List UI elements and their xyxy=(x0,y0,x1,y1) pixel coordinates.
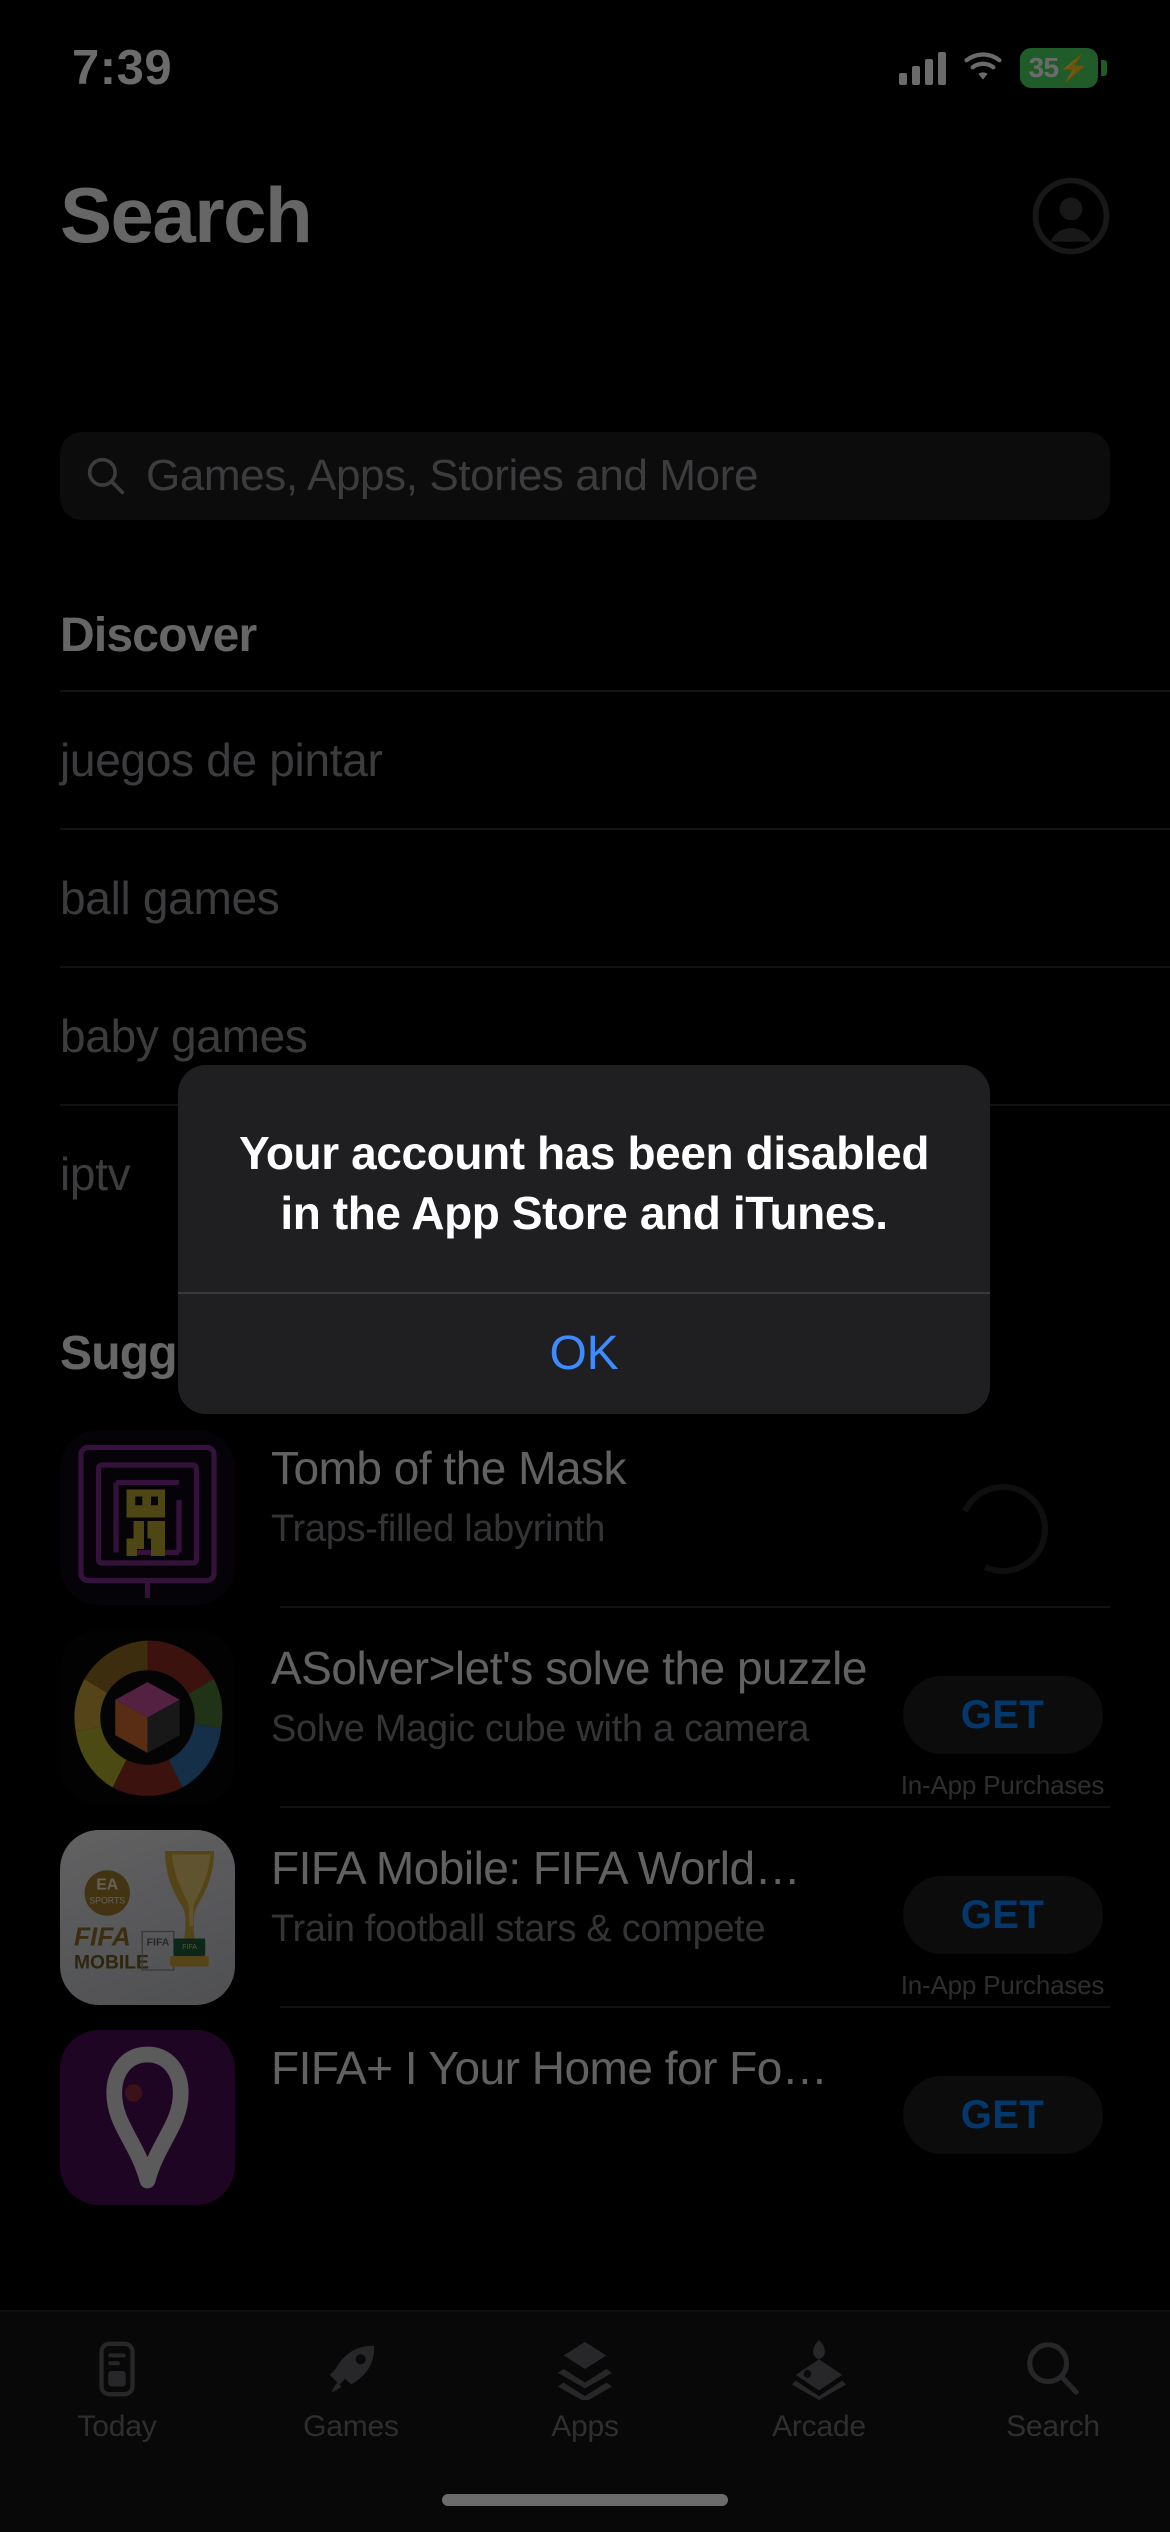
in-app-purchases-label: In-App Purchases xyxy=(900,1770,1105,1800)
app-info: ASolver>let's solve the puzzle Solve Mag… xyxy=(271,1630,895,1751)
home-indicator-bar[interactable] xyxy=(442,2494,728,2506)
fifa-mobile-icon: EA SPORTS FIFA MOBILE FIFA FIFA xyxy=(60,1830,235,2005)
tab-search[interactable]: Search xyxy=(936,2338,1170,2444)
charging-bolt-icon: ⚡ xyxy=(1057,52,1090,83)
tab-apps[interactable]: Apps xyxy=(468,2338,702,2444)
svg-text:SPORTS: SPORTS xyxy=(89,1896,125,1906)
app-name: FIFA Mobile: FIFA World… xyxy=(271,1842,801,1894)
search-icon xyxy=(87,457,125,495)
suggested-app-list: Tomb of the Mask Traps-filled labyrinth xyxy=(0,1406,1170,2206)
svg-text:FIFA: FIFA xyxy=(147,1937,170,1949)
tab-today[interactable]: Today xyxy=(0,2338,234,2444)
get-button[interactable]: GET xyxy=(902,1876,1103,1954)
app-name: Tomb of the Mask xyxy=(271,1442,627,1494)
search-field[interactable]: Games, Apps, Stories and More xyxy=(60,432,1110,520)
tab-label: Games xyxy=(303,2410,399,2443)
app-info: FIFA+ I Your Home for Fo… xyxy=(271,2030,895,2108)
alert-body: Your account has been disabled in the Ap… xyxy=(178,1065,990,1292)
stacked-squares-icon xyxy=(557,2341,613,2400)
discover-item[interactable]: ball games xyxy=(60,828,1170,966)
get-button[interactable]: GET xyxy=(902,1676,1103,1754)
tab-arcade[interactable]: Arcade xyxy=(702,2338,936,2444)
app-list-item[interactable]: EA SPORTS FIFA MOBILE FIFA FIFA FIFA Mob… xyxy=(0,1806,1170,2006)
status-bar: 7:39 35 ⚡ xyxy=(0,0,1170,120)
app-list-item[interactable]: Tomb of the Mask Traps-filled labyrinth xyxy=(0,1406,1170,1606)
status-bar-time: 7:39 xyxy=(72,41,173,95)
account-disabled-alert: Your account has been disabled in the Ap… xyxy=(178,1065,990,1414)
app-list-item[interactable]: FIFA+ I Your Home for Fo… GET xyxy=(0,2006,1170,2206)
alert-ok-button[interactable]: OK xyxy=(178,1294,990,1414)
app-subtitle: Traps-filled labyrinth xyxy=(271,1507,606,1550)
get-button[interactable]: GET xyxy=(902,2076,1103,2154)
tab-label: Apps xyxy=(551,2410,619,2443)
account-avatar-icon[interactable] xyxy=(1032,177,1110,255)
alert-message: Your account has been disabled in the Ap… xyxy=(238,1127,930,1240)
app-info: Tomb of the Mask Traps-filled labyrinth xyxy=(271,1430,895,1551)
svg-text:MOBILE: MOBILE xyxy=(74,1952,149,1973)
status-bar-indicators: 35 ⚡ xyxy=(899,48,1107,88)
app-action: GET In-App Purchases xyxy=(895,1630,1110,1801)
rocket-icon xyxy=(329,2345,375,2393)
app-action: GET In-App Purchases xyxy=(895,1830,1110,2001)
tomb-of-the-mask-icon xyxy=(60,1430,235,1605)
page-header: Search xyxy=(0,170,1170,261)
app-list-item[interactable]: ASolver>let's solve the puzzle Solve Mag… xyxy=(0,1606,1170,1806)
tab-label: Arcade xyxy=(772,2410,866,2443)
search-input-placeholder[interactable]: Games, Apps, Stories and More xyxy=(146,451,758,501)
tab-games[interactable]: Games xyxy=(234,2338,468,2444)
svg-text:FIFA: FIFA xyxy=(182,1944,197,1951)
app-subtitle: Train football stars & compete xyxy=(271,1907,766,1950)
svg-text:FIFA: FIFA xyxy=(74,1922,131,1952)
discover-item[interactable]: juegos de pintar xyxy=(60,690,1170,828)
joystick-icon xyxy=(791,2339,847,2400)
discover-section-title: Discover xyxy=(60,609,257,662)
app-store-search-screen: 7:39 35 ⚡ Search Games, Apps, Stories an… xyxy=(0,0,1170,2532)
app-info: FIFA Mobile: FIFA World… Train football … xyxy=(271,1830,895,1951)
app-name: ASolver>let's solve the puzzle xyxy=(271,1642,867,1694)
magnifier-icon xyxy=(1027,2342,1079,2395)
app-subtitle: Solve Magic cube with a camera xyxy=(271,1707,810,1750)
app-action[interactable] xyxy=(895,1430,1110,1587)
fifa-plus-icon xyxy=(60,2030,235,2205)
wifi-icon xyxy=(964,52,1002,80)
cellular-bars-icon xyxy=(899,51,946,85)
app-action: GET xyxy=(895,2030,1110,2170)
tab-bar: Today Games Apps Arcade Search xyxy=(0,2310,1170,2532)
tab-label: Search xyxy=(1006,2410,1100,2443)
svg-text:EA: EA xyxy=(96,1877,118,1894)
tab-label: Today xyxy=(77,2410,157,2443)
app-name: FIFA+ I Your Home for Fo… xyxy=(271,2042,828,2094)
battery-percent-label: 35 xyxy=(1028,52,1059,83)
battery-indicator: 35 ⚡ xyxy=(1020,48,1107,88)
download-progress-icon[interactable] xyxy=(944,1471,1061,1587)
today-card-icon xyxy=(99,2341,135,2397)
in-app-purchases-label: In-App Purchases xyxy=(900,1970,1105,2000)
page-title: Search xyxy=(60,171,313,259)
asolver-icon xyxy=(60,1630,235,1805)
